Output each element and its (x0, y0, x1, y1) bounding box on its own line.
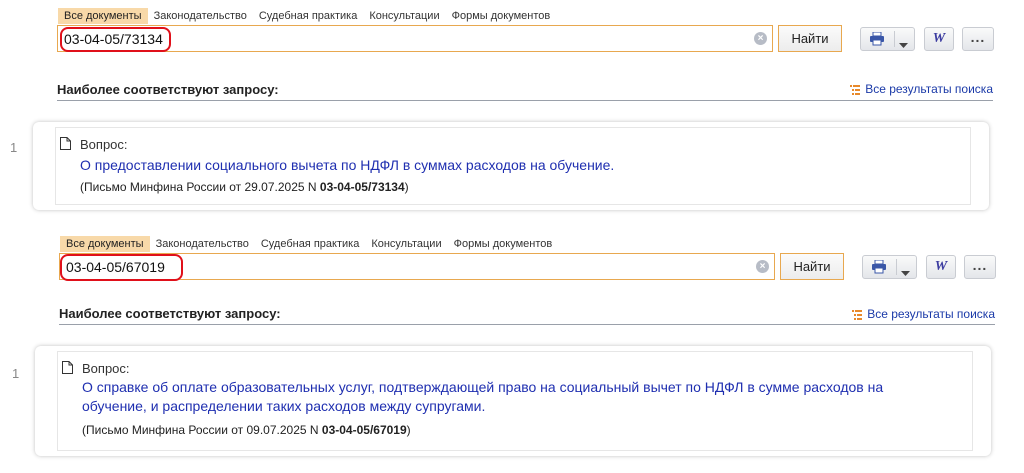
list-icon (850, 84, 861, 95)
tab-court-practice[interactable]: Судебная практика (255, 236, 365, 252)
tab-legislation[interactable]: Законодательство (148, 8, 253, 24)
document-icon (62, 361, 73, 374)
print-button[interactable] (862, 255, 917, 279)
word-export-icon: W (932, 31, 946, 46)
tab-document-forms[interactable]: Формы документов (448, 236, 559, 252)
search-input[interactable] (64, 26, 744, 51)
source-prefix: (Письмо Минфина России от 29.07.2025 N (80, 180, 320, 194)
clear-icon[interactable]: × (754, 32, 767, 45)
tab-all-documents[interactable]: Все документы (60, 236, 150, 252)
print-button[interactable] (860, 27, 915, 51)
result-source: (Письмо Минфина России от 29.07.2025 N 0… (80, 180, 409, 194)
source-number: 03-04-05/67019 (321, 423, 407, 437)
tab-consultations[interactable]: Консультации (365, 236, 447, 252)
source-prefix: (Письмо Минфина России от 09.07.2025 N (82, 423, 322, 437)
more-icon: ... (970, 29, 986, 45)
tab-consultations[interactable]: Консультации (363, 8, 445, 24)
clear-icon[interactable]: × (756, 260, 769, 273)
find-button[interactable]: Найти (778, 25, 842, 52)
result-source: (Письмо Минфина России от 09.07.2025 N 0… (82, 423, 411, 437)
document-icon (60, 137, 71, 150)
printer-icon (871, 259, 887, 279)
divider (57, 100, 993, 101)
section-title: Наиболее соответствуют запросу: (57, 82, 279, 97)
more-icon: ... (972, 257, 988, 273)
chevron-down-icon[interactable] (899, 36, 908, 54)
result-item: Вопрос: О предоставлении социального выч… (55, 127, 971, 205)
source-suffix: ) (406, 423, 411, 437)
source-number: 03-04-05/73134 (319, 180, 405, 194)
result-index: 1 (10, 140, 18, 155)
result-card: Вопрос: О предоставлении социального выч… (33, 122, 989, 210)
result-title-link[interactable]: О предоставлении социального вычета по Н… (80, 156, 910, 175)
word-export-icon: W (934, 259, 948, 274)
source-suffix: ) (404, 180, 409, 194)
all-results-label: Все результаты поиска (867, 307, 995, 321)
tab-court-practice[interactable]: Судебная практика (253, 8, 363, 24)
tab-all-documents[interactable]: Все документы (58, 8, 148, 24)
more-button[interactable]: ... (964, 255, 996, 279)
tab-document-forms[interactable]: Формы документов (446, 8, 557, 24)
all-results-link[interactable]: Все результаты поиска (852, 307, 995, 321)
search-input[interactable] (66, 254, 746, 279)
section-title: Наиболее соответствуют запросу: (59, 306, 281, 321)
result-item: Вопрос: О справке об оплате образователь… (57, 351, 973, 451)
more-button[interactable]: ... (962, 27, 994, 51)
all-results-link[interactable]: Все результаты поиска (850, 82, 993, 96)
printer-icon (869, 31, 885, 51)
search-box: × (59, 253, 775, 280)
search-tabs: Все документы Законодательство Судебная … (60, 236, 558, 252)
search-box: × (57, 25, 773, 52)
word-export-button[interactable]: W (926, 255, 956, 279)
tab-legislation[interactable]: Законодательство (150, 236, 255, 252)
search-tabs: Все документы Законодательство Судебная … (58, 8, 556, 24)
divider (896, 259, 897, 275)
result-label: Вопрос: (80, 137, 128, 152)
find-button[interactable]: Найти (780, 253, 844, 280)
result-title-link[interactable]: О справке об оплате образовательных услу… (82, 378, 912, 416)
result-card: Вопрос: О справке об оплате образователь… (35, 346, 991, 456)
result-label: Вопрос: (82, 361, 130, 376)
result-index: 1 (12, 366, 20, 381)
list-icon (852, 309, 863, 320)
word-export-button[interactable]: W (924, 27, 954, 51)
divider (59, 324, 995, 325)
divider (894, 31, 895, 47)
chevron-down-icon[interactable] (901, 264, 910, 282)
all-results-label: Все результаты поиска (865, 82, 993, 96)
